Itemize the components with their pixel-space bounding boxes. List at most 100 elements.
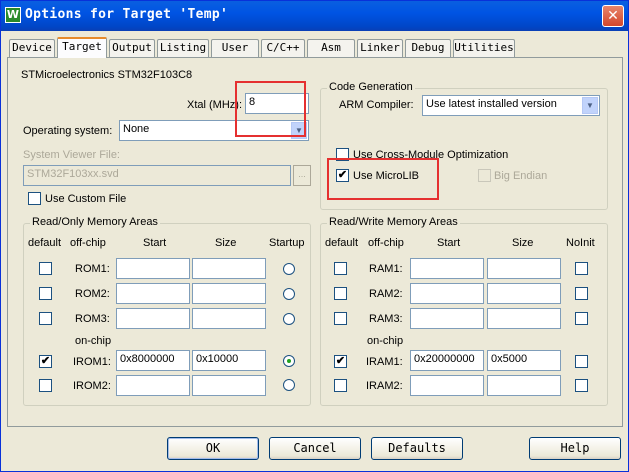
iram1-default-checkbox[interactable]: ✔ <box>334 355 347 368</box>
ram1-noinit-checkbox[interactable] <box>575 262 588 275</box>
ram1-size-input[interactable] <box>487 258 561 279</box>
ram2-size-input[interactable] <box>487 283 561 304</box>
rom3-size-input[interactable] <box>192 308 266 329</box>
iram2-start-input[interactable] <box>410 375 484 396</box>
irom1-start-input[interactable]: 0x8000000 <box>116 350 190 371</box>
rom3-start-input[interactable] <box>116 308 190 329</box>
custom-file-label: Use Custom File <box>45 193 127 205</box>
irom2-startup-radio[interactable] <box>283 379 295 391</box>
rom2-size-input[interactable] <box>192 283 266 304</box>
iram2-label: IRAM2: <box>366 380 403 392</box>
rom3-startup-radio[interactable] <box>283 313 295 325</box>
irom1-label: IROM1: <box>73 356 111 368</box>
tab-target[interactable]: Target <box>57 37 107 58</box>
os-select[interactable]: None ▼ <box>119 120 309 141</box>
rom1-startup-radio[interactable] <box>283 263 295 275</box>
tab-c-cpp[interactable]: C/C++ <box>261 39 305 57</box>
irom2-start-input[interactable] <box>116 375 190 396</box>
rom1-size-input[interactable] <box>192 258 266 279</box>
ram-header-default: default <box>325 237 359 249</box>
compiler-select[interactable]: Use latest installed version ▼ <box>422 95 600 116</box>
os-label: Operating system: <box>23 125 113 137</box>
ram2-label: RAM2: <box>369 288 403 300</box>
app-icon: W <box>5 7 21 23</box>
microlib-checkbox[interactable]: ✔ <box>336 169 349 182</box>
cross-module-checkbox[interactable] <box>336 148 349 161</box>
chevron-down-icon: ▼ <box>291 122 307 139</box>
rom-header-default: default <box>28 237 62 249</box>
help-button[interactable]: Help <box>529 437 621 460</box>
options-dialog: W Options for Target 'Temp' ✕ Device Tar… <box>0 0 629 472</box>
rom-group-title: Read/Only Memory Areas <box>30 216 160 228</box>
ram3-size-input[interactable] <box>487 308 561 329</box>
xtal-input[interactable]: 8 <box>245 93 309 114</box>
rom2-label: ROM2: <box>75 288 110 300</box>
iram2-noinit-checkbox[interactable] <box>575 379 588 392</box>
rom2-startup-radio[interactable] <box>283 288 295 300</box>
defaults-button[interactable]: Defaults <box>371 437 463 460</box>
ram-header-size: Size <box>512 237 534 249</box>
ram-header-offchip: off-chip <box>368 237 404 249</box>
irom2-default-checkbox[interactable] <box>39 379 52 392</box>
rom1-label: ROM1: <box>75 263 110 275</box>
compiler-select-value: Use latest installed version <box>426 98 557 110</box>
tab-asm[interactable]: Asm <box>307 39 355 57</box>
ram-header-start: Start <box>437 237 461 249</box>
rom2-start-input[interactable] <box>116 283 190 304</box>
tab-listing[interactable]: Listing <box>157 39 209 57</box>
ram3-noinit-checkbox[interactable] <box>575 312 588 325</box>
rom1-default-checkbox[interactable] <box>39 262 52 275</box>
rom-onchip-label: on-chip <box>75 335 112 347</box>
tab-debug[interactable]: Debug <box>405 39 451 57</box>
compiler-label: ARM Compiler: <box>339 99 414 111</box>
ram2-default-checkbox[interactable] <box>334 287 347 300</box>
big-endian-label: Big Endian <box>494 170 548 182</box>
title-bar[interactable]: W Options for Target 'Temp' ✕ <box>1 1 628 31</box>
ram3-start-input[interactable] <box>410 308 484 329</box>
code-generation-title: Code Generation <box>327 81 415 93</box>
chevron-down-icon: ▼ <box>582 97 598 114</box>
ram1-default-checkbox[interactable] <box>334 262 347 275</box>
device-name: STMicroelectronics STM32F103C8 <box>21 69 193 81</box>
tab-utilities[interactable]: Utilities <box>453 39 515 57</box>
rom1-start-input[interactable] <box>116 258 190 279</box>
irom1-default-checkbox[interactable]: ✔ <box>39 355 52 368</box>
tab-user[interactable]: User <box>211 39 259 57</box>
svf-input[interactable]: STM32F103xx.svd <box>23 165 291 186</box>
irom2-size-input[interactable] <box>192 375 266 396</box>
ram1-label: RAM1: <box>369 263 403 275</box>
os-select-value: None <box>123 123 150 135</box>
ram-header-noinit: NoInit <box>566 237 595 249</box>
iram2-default-checkbox[interactable] <box>334 379 347 392</box>
close-button[interactable]: ✕ <box>602 5 624 27</box>
tab-output[interactable]: Output <box>109 39 155 57</box>
rom-header-offchip: off-chip <box>70 237 106 249</box>
rom-header-start: Start <box>143 237 167 249</box>
irom1-size-input[interactable]: 0x10000 <box>192 350 266 371</box>
ram2-start-input[interactable] <box>410 283 484 304</box>
cross-module-label: Use Cross-Module Optimization <box>353 149 509 161</box>
rom3-label: ROM3: <box>75 313 110 325</box>
iram1-start-input[interactable]: 0x20000000 <box>410 350 484 371</box>
rom3-default-checkbox[interactable] <box>39 312 52 325</box>
iram1-size-input[interactable]: 0x5000 <box>487 350 561 371</box>
tab-device[interactable]: Device <box>9 39 55 57</box>
irom2-label: IROM2: <box>73 380 111 392</box>
ram3-label: RAM3: <box>369 313 403 325</box>
ram1-start-input[interactable] <box>410 258 484 279</box>
iram2-size-input[interactable] <box>487 375 561 396</box>
rom-header-startup: Startup <box>269 237 305 249</box>
custom-file-checkbox[interactable] <box>28 192 41 205</box>
ok-button[interactable]: OK <box>167 437 259 460</box>
irom1-startup-radio[interactable] <box>283 355 295 367</box>
big-endian-checkbox[interactable] <box>478 169 491 182</box>
tab-linker[interactable]: Linker <box>357 39 403 57</box>
ram-group-title: Read/Write Memory Areas <box>327 216 460 228</box>
ram2-noinit-checkbox[interactable] <box>575 287 588 300</box>
ram3-default-checkbox[interactable] <box>334 312 347 325</box>
iram1-noinit-checkbox[interactable] <box>575 355 588 368</box>
xtal-label: Xtal (MHz): <box>187 99 242 111</box>
rom2-default-checkbox[interactable] <box>39 287 52 300</box>
cancel-button[interactable]: Cancel <box>269 437 361 460</box>
svf-browse-button[interactable]: ... <box>293 165 311 186</box>
